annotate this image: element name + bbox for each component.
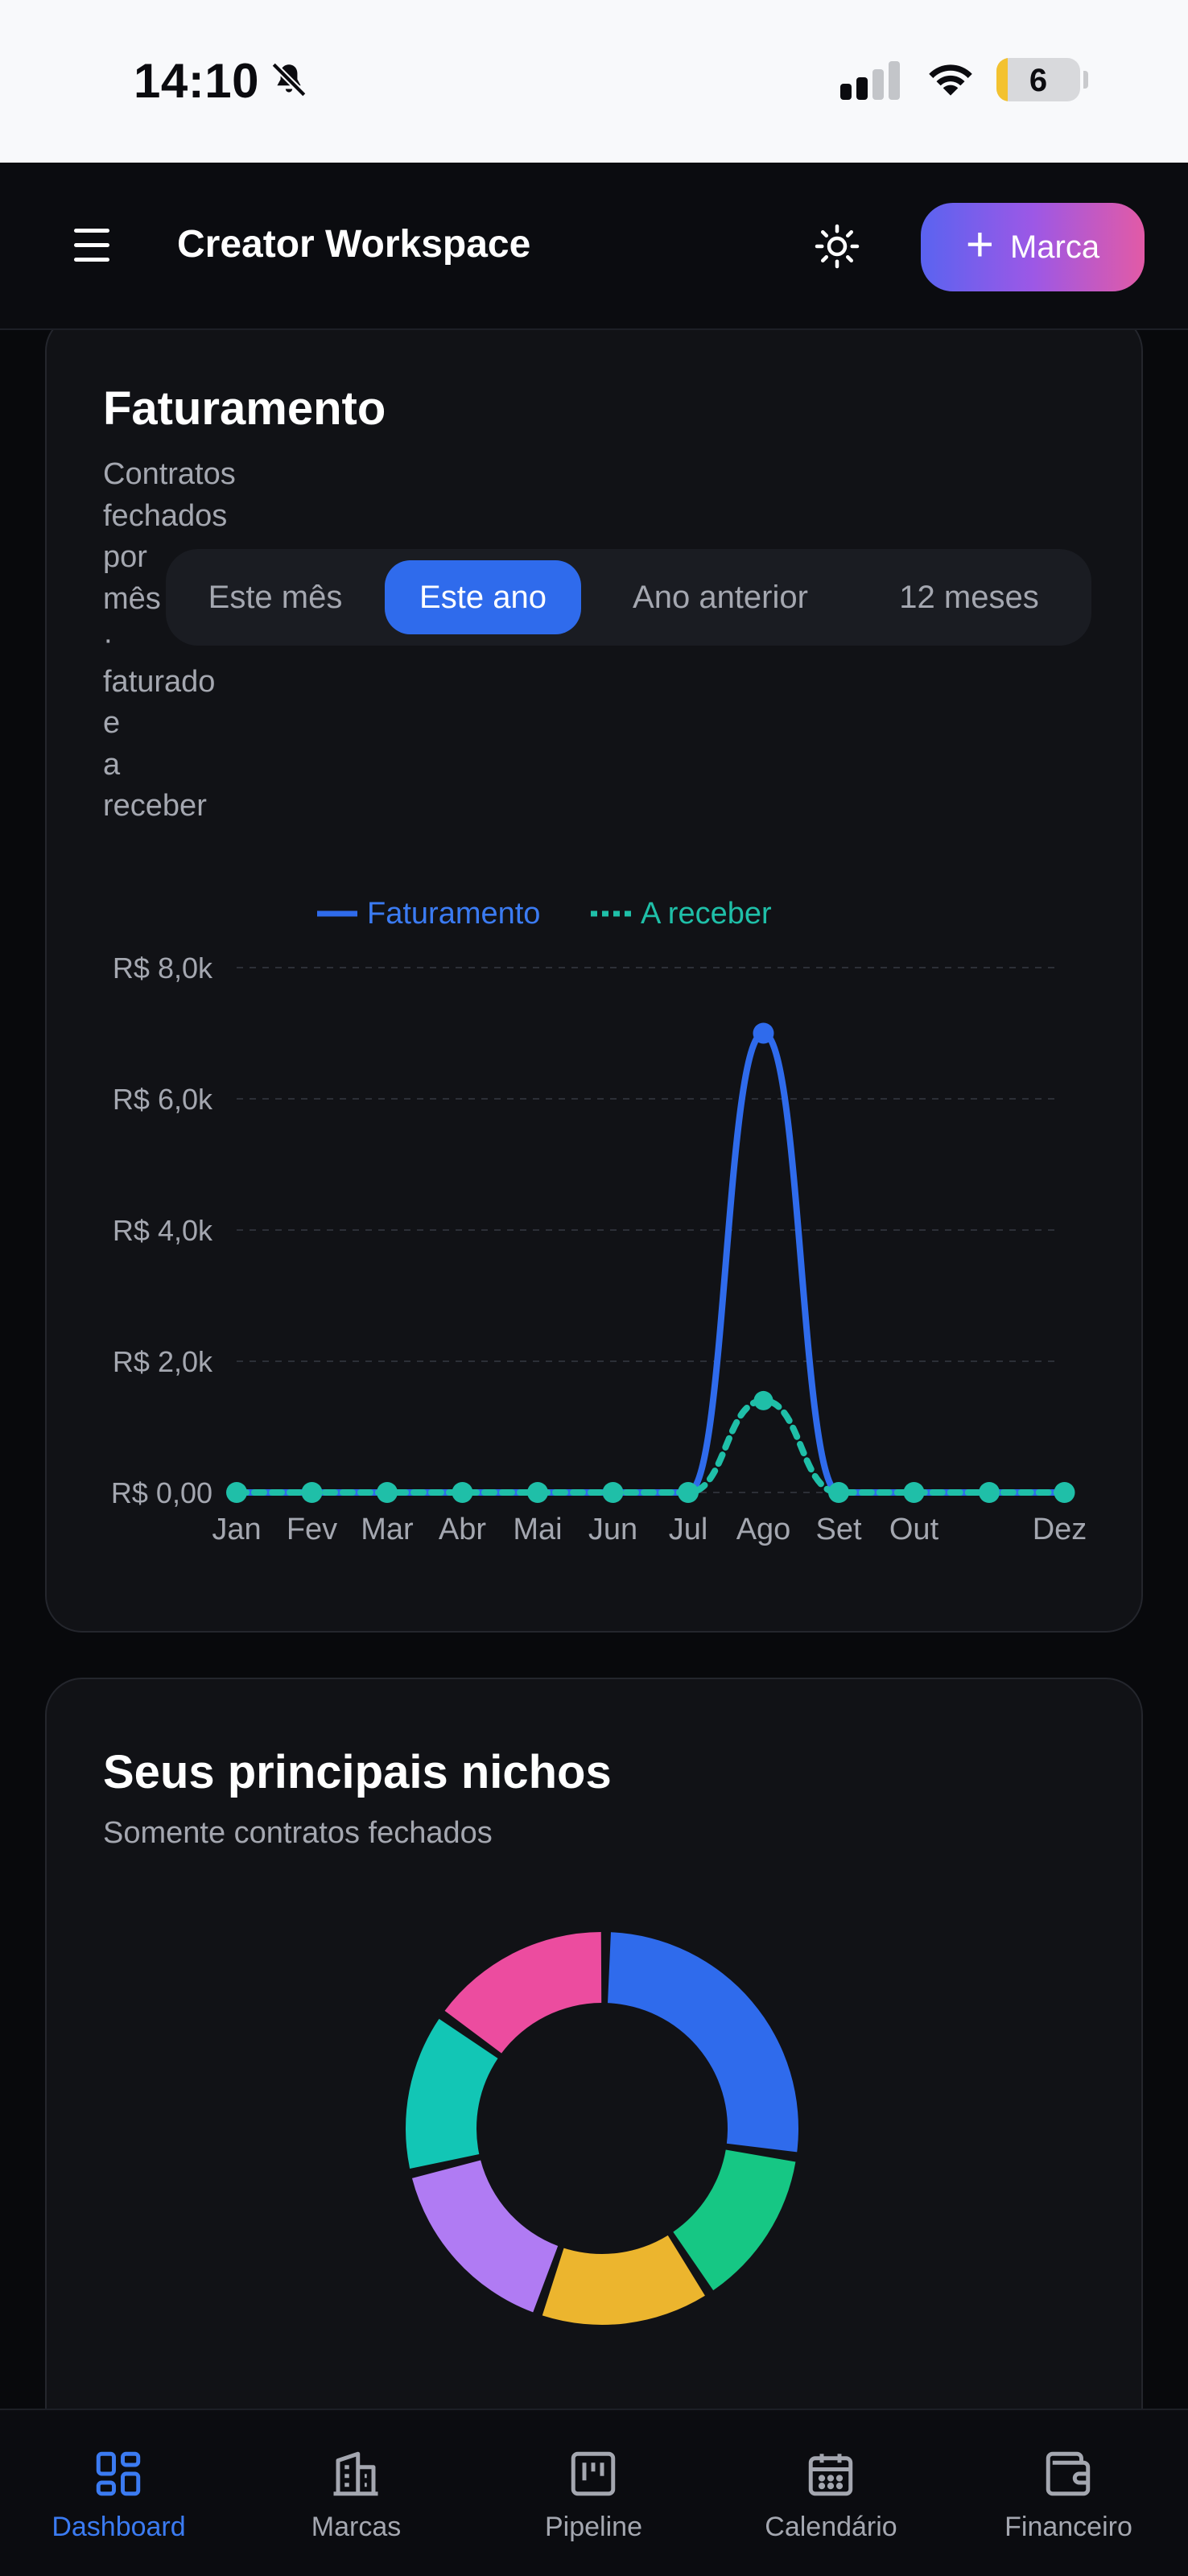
niche-donut-chart [406, 1932, 798, 2325]
nav-calendar-label: Calendário [765, 2512, 897, 2542]
x-tick-label: Jul [669, 1513, 708, 1546]
data-point [527, 1482, 548, 1503]
building-icon [333, 2451, 378, 2496]
data-point [979, 1482, 1000, 1503]
y-tick-label: R$ 0,00 [111, 1476, 212, 1509]
data-point [678, 1482, 699, 1503]
y-tick-label: R$ 6,0k [113, 1083, 213, 1116]
silent-bell-icon [271, 62, 307, 97]
add-brand-label: Marca [1009, 229, 1100, 265]
add-brand-button[interactable]: + Marca [921, 203, 1145, 291]
period-12-months[interactable]: 12 meses [860, 560, 1079, 634]
donut-segment[interactable] [411, 2160, 559, 2313]
dashboard-icon [96, 2451, 141, 2496]
data-point [452, 1482, 473, 1503]
donut-segment[interactable] [608, 1932, 798, 2153]
battery-level: 6 [1029, 63, 1048, 98]
donut-segment[interactable] [542, 2235, 705, 2325]
kanban-icon [571, 2451, 616, 2496]
nav-brands[interactable]: Marcas [237, 2410, 475, 2576]
battery-indicator: 6 [996, 58, 1080, 101]
nav-brands-label: Marcas [311, 2512, 402, 2542]
series-line-revenue [233, 1030, 1068, 1496]
y-tick-label: R$ 4,0k [113, 1214, 213, 1247]
data-point [753, 1022, 774, 1044]
menu-button[interactable] [74, 227, 114, 266]
cellular-signal-icon [840, 61, 900, 100]
bottom-navigation: Dashboard Marcas Pipeline Calendário Fin… [0, 2409, 1188, 2576]
data-point [377, 1482, 398, 1503]
x-tick-label: Abr [439, 1513, 486, 1546]
period-this-year[interactable]: Este ano [385, 560, 581, 634]
data-point [753, 1390, 773, 1410]
revenue-title: Faturamento [103, 382, 386, 435]
period-this-month[interactable]: Este mês [177, 560, 373, 634]
status-time: 14:10 [134, 54, 259, 108]
wifi-icon [929, 64, 972, 96]
niche-subtitle: Somente contratos fechados [103, 1816, 493, 1850]
nav-dashboard-label: Dashboard [52, 2512, 186, 2542]
nav-finance-label: Financeiro [1004, 2512, 1132, 2542]
data-point [226, 1482, 247, 1503]
y-tick-label: R$ 2,0k [113, 1345, 213, 1378]
revenue-card: Faturamento Contratos fechados por mês ·… [45, 314, 1143, 1633]
niche-title: Seus principais nichos [103, 1746, 612, 1798]
x-tick-label: Ago [736, 1513, 791, 1546]
nav-pipeline-label: Pipeline [545, 2512, 642, 2542]
data-point [301, 1482, 323, 1503]
nav-calendar[interactable]: Calendário [712, 2410, 950, 2576]
app-title: Creator Workspace [177, 223, 531, 266]
period-last-year[interactable]: Ano anterior [592, 560, 848, 634]
data-point [828, 1482, 849, 1503]
nav-dashboard[interactable]: Dashboard [0, 2410, 237, 2576]
app-header: Creator Workspace + Marca [0, 163, 1188, 330]
nav-finance[interactable]: Financeiro [950, 2410, 1187, 2576]
calendar-icon [808, 2454, 853, 2496]
battery-tip [1083, 71, 1088, 89]
x-tick-label: Fev [287, 1513, 337, 1546]
x-tick-label: Dez [1033, 1513, 1087, 1546]
revenue-line-chart: R$ 0,00 R$ 2,0k R$ 4,0k R$ 6,0k R$ 8,0k Jan Fe… [111, 952, 1087, 1546]
donut-segment[interactable] [673, 2149, 796, 2291]
y-tick-label: R$ 8,0k [113, 952, 213, 985]
x-tick-label: Jan [212, 1513, 261, 1546]
sun-icon[interactable] [813, 222, 861, 270]
donut-segment[interactable] [444, 1932, 602, 2054]
x-tick-label: Set [815, 1513, 861, 1546]
x-tick-label: Mai [513, 1513, 562, 1546]
x-tick-label: Jun [588, 1513, 637, 1546]
data-point [903, 1482, 925, 1503]
period-selector: Este mês Este ano Ano anterior 12 meses [166, 549, 1091, 646]
wallet-icon [1046, 2451, 1091, 2496]
nav-pipeline[interactable]: Pipeline [475, 2410, 712, 2576]
x-tick-label: Mar [361, 1513, 414, 1546]
series-line-receivable [233, 1397, 1068, 1496]
x-tick-label: Out [889, 1513, 939, 1546]
data-point [1054, 1482, 1075, 1503]
donut-segment[interactable] [406, 2018, 498, 2169]
status-bar: 14:10 6 [0, 0, 1188, 163]
data-point [602, 1482, 624, 1503]
plus-icon: + [965, 217, 994, 271]
